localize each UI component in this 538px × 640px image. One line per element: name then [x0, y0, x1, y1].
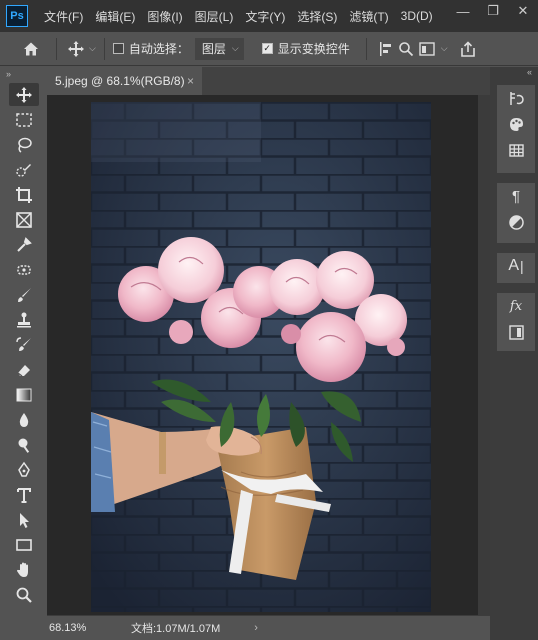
panel-group-4: fx	[497, 293, 535, 351]
chevron-down-icon[interactable]: ⌵	[441, 43, 448, 54]
path-selection-tool-icon[interactable]	[9, 508, 39, 531]
window-controls: — ❐ ✕	[448, 0, 538, 22]
auto-select-label: 自动选择：	[128, 42, 189, 56]
menu-bar: Ps 文件(F) 编辑(E) 图像(I) 图层(L) 文字(Y) 选择(S) 滤…	[0, 0, 538, 32]
menu-3d[interactable]: 3D(D)	[395, 9, 439, 23]
menu-image[interactable]: 图像(I)	[141, 8, 188, 25]
crop-tool-icon[interactable]	[9, 183, 39, 206]
adjustments-icon[interactable]	[497, 209, 535, 235]
character-icon[interactable]: A |	[497, 253, 535, 279]
document-tab-bar: 5.jpeg @ 68.1%(RGB/8) ×	[47, 67, 490, 95]
menu-select[interactable]: 选择(S)	[291, 8, 343, 25]
chevron-down-icon: ⌵	[231, 43, 239, 53]
lasso-tool-icon[interactable]	[9, 133, 39, 156]
frame-tool-icon[interactable]	[9, 208, 39, 231]
paragraph-icon[interactable]: ¶	[497, 183, 535, 209]
show-transform-checkbox[interactable]: ✓	[261, 43, 273, 54]
zoom-tool-icon[interactable]	[9, 583, 39, 606]
marquee-tool-icon[interactable]	[9, 108, 39, 131]
share-icon[interactable]	[454, 40, 482, 57]
status-menu-arrow[interactable]: ›	[254, 622, 258, 634]
auto-select-checkbox[interactable]	[112, 43, 124, 54]
separator	[365, 37, 367, 60]
panel-group-2: ¶	[497, 183, 535, 243]
options-bar: ⌵ 自动选择： 图层 ⌵ ✓ 显示变换控件 ⌵	[0, 32, 538, 66]
layers-icon[interactable]	[497, 319, 535, 345]
menu-filter[interactable]: 滤镜(T)	[343, 8, 394, 25]
tools-panel: »	[0, 67, 47, 640]
pen-tool-icon[interactable]	[9, 458, 39, 481]
expand-panel-icon[interactable]: »	[0, 67, 47, 81]
move-tool-icon[interactable]	[9, 83, 39, 106]
menu-edit[interactable]: 编辑(E)	[89, 8, 141, 25]
close-button[interactable]: ✕	[508, 0, 538, 22]
move-options-icon[interactable]	[65, 40, 87, 58]
healing-brush-tool-icon[interactable]	[9, 258, 39, 281]
document-size-info: 文档:1.07M/1.07M	[131, 623, 221, 635]
menu-layer[interactable]: 图层(L)	[189, 8, 240, 25]
chevron-down-icon[interactable]: ⌵	[89, 43, 96, 54]
search-icon[interactable]	[397, 41, 415, 57]
document-tab-title: 5.jpeg @ 68.1%(RGB/8)	[55, 74, 185, 88]
restore-button[interactable]: ❐	[478, 0, 508, 22]
separator	[56, 37, 57, 60]
history-icon[interactable]	[497, 85, 535, 111]
rectangle-tool-icon[interactable]	[9, 533, 39, 556]
document-image	[91, 102, 431, 612]
document-tab[interactable]: 5.jpeg @ 68.1%(RGB/8) ×	[47, 67, 202, 95]
panel-group-1	[497, 85, 535, 173]
auto-select-target-value: 图层	[201, 42, 226, 56]
gradient-tool-icon[interactable]	[9, 383, 39, 406]
color-icon[interactable]	[497, 111, 535, 137]
eyedropper-tool-icon[interactable]	[9, 233, 39, 256]
blur-tool-icon[interactable]	[9, 408, 39, 431]
history-brush-tool-icon[interactable]	[9, 333, 39, 356]
workspace-icon[interactable]	[415, 41, 439, 56]
eraser-tool-icon[interactable]	[9, 358, 39, 381]
minimize-button[interactable]: —	[448, 0, 478, 22]
align-left-icon[interactable]	[375, 41, 397, 57]
styles-icon[interactable]: fx	[497, 293, 535, 319]
panel-group-3: A |	[497, 253, 535, 283]
right-panel-dock: « ¶ A | fx	[490, 67, 538, 640]
collapse-panel-icon[interactable]: «	[527, 67, 532, 81]
zoom-level[interactable]: 68.13%	[47, 622, 107, 634]
menu-file[interactable]: 文件(F)	[38, 8, 89, 25]
vertical-scrollbar[interactable]	[478, 95, 490, 615]
home-icon[interactable]	[14, 40, 48, 58]
menu-type[interactable]: 文字(Y)	[239, 8, 291, 25]
type-tool-icon[interactable]	[9, 483, 39, 506]
clone-stamp-tool-icon[interactable]	[9, 308, 39, 331]
separator	[103, 37, 105, 60]
auto-select-target-dropdown[interactable]: 图层 ⌵	[194, 37, 244, 60]
show-transform-label: 显示变换控件	[277, 42, 350, 56]
swatches-icon[interactable]	[497, 137, 535, 163]
status-bar: 68.13% 文档:1.07M/1.07M ›	[47, 615, 490, 640]
brush-tool-icon[interactable]	[9, 283, 39, 306]
photoshop-logo: Ps	[6, 5, 28, 27]
hand-tool-icon[interactable]	[9, 558, 39, 581]
dodge-tool-icon[interactable]	[9, 433, 39, 456]
close-icon[interactable]: ×	[187, 74, 194, 88]
quick-select-tool-icon[interactable]	[9, 158, 39, 181]
